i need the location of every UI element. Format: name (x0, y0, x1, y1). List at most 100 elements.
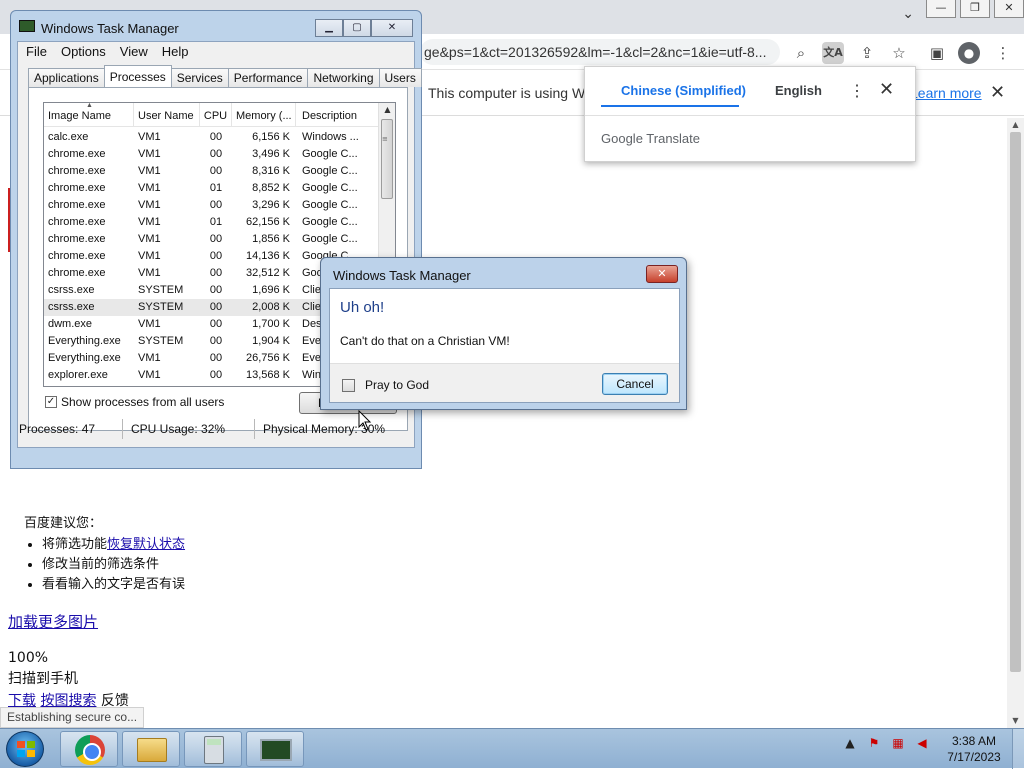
scroll-up-icon[interactable]: ▲ (1007, 118, 1024, 132)
infobar-learn-more-link[interactable]: Learn more (910, 85, 982, 101)
taskbar-explorer[interactable] (122, 731, 180, 767)
dialog-title: Windows Task Manager (333, 268, 471, 283)
search-icon[interactable]: ⌕ (790, 42, 812, 64)
menu-options[interactable]: Options (61, 42, 106, 62)
network-error-icon[interactable]: ▦ (890, 735, 906, 751)
scroll-up-icon[interactable]: ▲ (379, 105, 395, 114)
menu-help[interactable]: Help (162, 42, 189, 62)
cell-cpu: 01 (209, 182, 223, 194)
windows-logo-icon (17, 741, 35, 757)
menu-kebab-icon[interactable]: ⋮ (992, 42, 1014, 64)
cancel-button[interactable]: Cancel (602, 373, 668, 395)
tab-performance[interactable]: Performance (227, 68, 309, 87)
cell-name: chrome.exe (48, 148, 106, 160)
browser-status-bubble: Establishing secure co... (0, 707, 145, 728)
cell-desc: Google C... (302, 182, 358, 194)
bookmark-star-icon[interactable]: ☆ (888, 42, 910, 64)
menu-view[interactable]: View (120, 42, 148, 62)
task-manager-titlebar[interactable]: Windows Task Manager ▁ ▢ ✕ (11, 11, 421, 39)
page-scroll-thumb[interactable] (1010, 132, 1021, 672)
cell-mem: 3,296 K (252, 199, 290, 211)
taskbar-task-manager[interactable] (246, 731, 304, 767)
show-desktop-button[interactable] (1012, 729, 1024, 769)
cell-name: csrss.exe (48, 301, 95, 313)
tab-users[interactable]: Users (378, 68, 422, 87)
tab-networking[interactable]: Networking (307, 68, 380, 87)
cell-mem: 1,700 K (252, 318, 290, 330)
pray-to-god-label: Pray to God (365, 378, 430, 392)
minimize-icon[interactable]: ▁ (315, 19, 343, 37)
minimize-icon[interactable]: — (926, 0, 956, 18)
cell-mem: 8,852 K (252, 182, 290, 194)
table-row[interactable]: chrome.exe VM1 00 3,496 K Google C... (44, 146, 380, 163)
translate-options-icon[interactable]: ⋮ (849, 81, 865, 101)
cell-mem: 1,856 K (252, 233, 290, 245)
dialog-close-icon[interactable]: ✕ (646, 265, 678, 283)
cell-cpu: 00 (209, 369, 223, 381)
cell-name: chrome.exe (48, 182, 106, 194)
tab-processes[interactable]: Processes (103, 65, 172, 87)
taskbar-clock[interactable]: 3:38 AM 7/17/2023 (938, 733, 1010, 765)
side-panel-icon[interactable]: ▣ (926, 42, 948, 64)
folder-icon (137, 738, 167, 762)
cell-name: chrome.exe (48, 250, 106, 262)
chrome-icon (75, 735, 105, 765)
translate-tab-target[interactable]: English (775, 83, 822, 98)
process-table-scroll-thumb[interactable] (381, 119, 393, 199)
maximize-icon[interactable]: ▢ (343, 19, 371, 37)
table-row[interactable]: chrome.exe VM1 00 1,856 K Google C... (44, 231, 380, 248)
taskbar-calculator[interactable] (184, 731, 242, 767)
scroll-down-icon[interactable]: ▼ (1007, 714, 1024, 728)
mouse-cursor-icon (358, 410, 372, 431)
translate-tab-source[interactable]: Chinese (Simplified) (621, 83, 746, 98)
cell-desc: Google C... (302, 199, 358, 211)
show-all-users-label: Show processes from all users (61, 395, 225, 409)
cell-name: calc.exe (48, 131, 89, 143)
share-icon[interactable]: ⇪ (856, 42, 878, 64)
column-image-name[interactable]: ▲ Image Name (44, 103, 134, 127)
volume-muted-icon[interactable]: ◀ (914, 735, 930, 751)
translate-popup: Chinese (Simplified) English ⋮ ✕ Google … (584, 66, 916, 162)
show-hidden-icons-icon[interactable]: ▲ (842, 735, 858, 751)
address-bar[interactable]: ge&ps=1&ct=201326592&lm=-1&cl=2&nc=1&ie=… (420, 39, 780, 65)
cell-name: chrome.exe (48, 216, 106, 228)
cell-user: VM1 (138, 165, 161, 177)
column-label: Image Name (48, 110, 111, 122)
column-description[interactable]: Description (296, 103, 380, 127)
start-button[interactable] (6, 731, 44, 767)
task-manager-icon (260, 739, 292, 761)
infobar-close-icon[interactable]: ✕ (990, 82, 1005, 103)
close-icon[interactable]: ✕ (371, 19, 413, 37)
dialog-body: Uh oh! Can't do that on a Christian VM! … (329, 288, 680, 403)
task-manager-menubar: File Options View Help (18, 42, 414, 62)
translate-close-icon[interactable]: ✕ (879, 79, 894, 100)
tab-services[interactable]: Services (170, 68, 229, 87)
restore-icon[interactable]: ❐ (960, 0, 990, 18)
table-row[interactable]: chrome.exe VM1 00 3,296 K Google C... (44, 197, 380, 214)
list-item: 将筛选功能恢复默认状态 (42, 535, 185, 555)
tab-applications[interactable]: Applications (28, 68, 105, 87)
pray-to-god-checkbox[interactable] (342, 378, 355, 392)
restore-default-link[interactable]: 恢复默认状态 (107, 537, 185, 552)
show-all-users-checkbox[interactable]: ✓ (45, 396, 57, 408)
taskbar-chrome[interactable] (60, 731, 118, 767)
system-tray: ▲ ⚑ ▦ ◀ (842, 735, 930, 751)
table-row[interactable]: chrome.exe VM1 01 62,156 K Google C... (44, 214, 380, 231)
page-scrollbar[interactable]: ▲ ▼ (1007, 118, 1024, 728)
table-row[interactable]: chrome.exe VM1 01 8,852 K Google C... (44, 180, 380, 197)
column-memory[interactable]: Memory (... (232, 103, 296, 127)
column-cpu[interactable]: CPU (200, 103, 232, 127)
translate-icon[interactable]: 文A (822, 42, 844, 64)
profile-avatar-icon[interactable]: ● (958, 42, 980, 64)
load-more-link[interactable]: 加载更多图片 (8, 611, 185, 632)
close-icon[interactable]: ✕ (994, 0, 1024, 18)
menu-file[interactable]: File (26, 42, 47, 62)
cell-mem: 1,696 K (252, 284, 290, 296)
table-row[interactable]: chrome.exe VM1 00 8,316 K Google C... (44, 163, 380, 180)
cell-cpu: 00 (209, 318, 223, 330)
cell-user: SYSTEM (138, 284, 184, 296)
tab-search-chevron-icon[interactable]: ⌄ (902, 6, 914, 22)
action-center-warning-icon[interactable]: ⚑ (866, 735, 882, 751)
table-row[interactable]: calc.exe VM1 00 6,156 K Windows ... (44, 129, 380, 146)
column-user-name[interactable]: User Name (134, 103, 200, 127)
